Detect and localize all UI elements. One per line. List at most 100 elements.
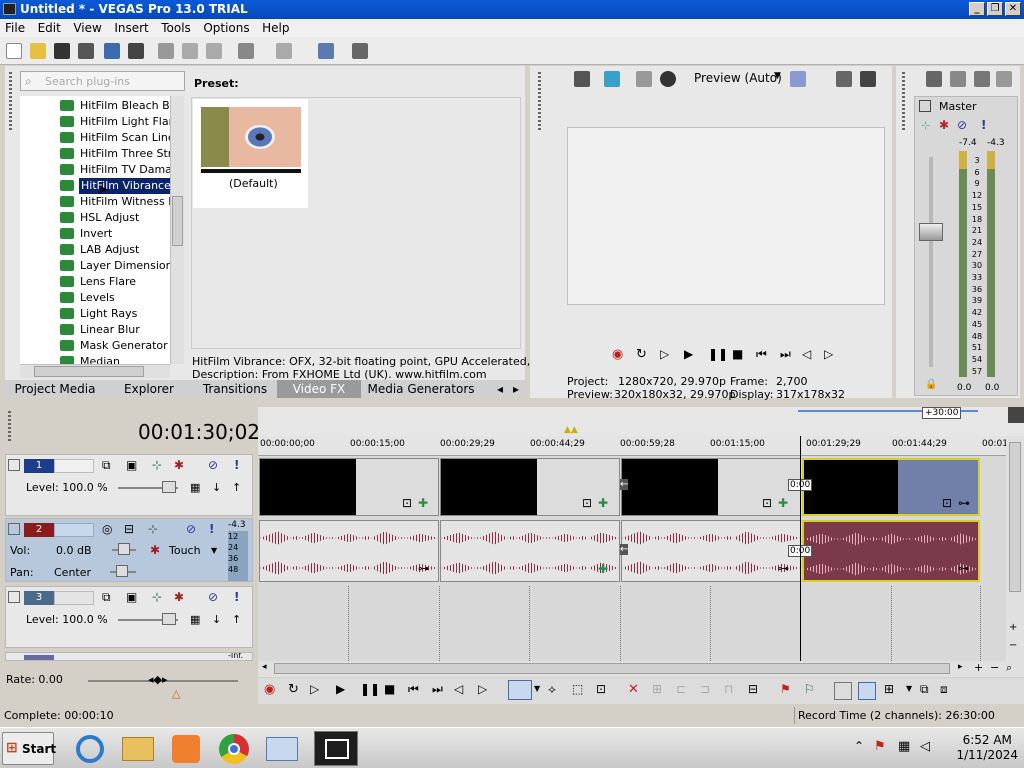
network-icon[interactable]: ▦ — [898, 739, 910, 754]
scroll-right-icon[interactable]: ▸ — [958, 662, 963, 672]
auto-crossfade-icon[interactable] — [858, 682, 876, 700]
menu-file[interactable]: File — [0, 19, 29, 35]
mixer-properties-icon[interactable] — [926, 71, 942, 87]
lock-icon[interactable]: ⊟ — [748, 682, 758, 696]
solo-icon[interactable]: ! — [234, 590, 239, 604]
internet-explorer-icon[interactable] — [70, 731, 110, 766]
track-fx-gear-icon[interactable]: ✱ — [174, 590, 184, 604]
play-from-start-icon[interactable]: ▷ — [310, 682, 319, 696]
redo-icon[interactable] — [276, 43, 292, 59]
show-hidden-icons-icon[interactable]: ⌃ — [854, 739, 864, 753]
search-box[interactable]: ⌕ Search plug-ins — [20, 71, 185, 91]
next-frame-icon[interactable]: ▷ — [478, 682, 487, 696]
zoom-tool-icon[interactable]: ⊡ — [596, 682, 606, 696]
trim-start-icon[interactable]: ⊏ — [676, 682, 686, 696]
envelope-tool-icon[interactable]: ⟡ — [548, 682, 556, 697]
tab-project-media[interactable]: Project Media — [5, 380, 105, 398]
chrome-icon[interactable] — [214, 731, 254, 766]
chevron-down-icon[interactable]: ▼ — [534, 684, 540, 693]
track-header-audio-2[interactable]: 2 ◎ ⊟ ⊹ ⊘ ! -4.3 12 24 36 48 Vol: 0.0 dB… — [5, 518, 253, 582]
tab-transitions[interactable]: Transitions — [193, 380, 277, 398]
snapping-icon[interactable] — [834, 682, 852, 700]
pan-crop-icon[interactable]: ⊡ — [762, 496, 772, 510]
automation-mode[interactable]: Touch — [169, 544, 201, 557]
tab-explorer[interactable]: Explorer — [105, 380, 193, 398]
whats-this-help-icon[interactable] — [352, 43, 368, 59]
level-slider[interactable] — [162, 613, 176, 625]
zoom-out-horizontal-icon[interactable]: − — [990, 661, 999, 674]
plugin-item[interactable]: Lens Flare — [20, 274, 170, 290]
audio-clip[interactable] — [259, 520, 439, 582]
track-name-field[interactable] — [54, 459, 94, 473]
selection-tool-icon[interactable]: ⬚ — [572, 682, 583, 696]
make-compositing-child-icon[interactable]: ▣ — [126, 590, 137, 604]
maximize-button[interactable]: ❐ — [987, 2, 1003, 16]
loop-icon[interactable]: ↻ — [636, 347, 647, 362]
track-effects-icon[interactable]: ▦ — [190, 481, 200, 494]
tab-scroll-right-icon[interactable]: ▸ — [509, 380, 523, 398]
track-minimize-icon[interactable] — [8, 591, 20, 603]
prev-frame-icon[interactable]: ◁ — [454, 682, 463, 696]
zoom-out-icon[interactable]: − — [1009, 640, 1017, 651]
panel-grip[interactable] — [9, 72, 12, 132]
track-header-video-3[interactable]: 3 ⧉ ▣ ⊹ ✱ ⊘ ! Level: 100.0 % ▦ ↓ ↑ — [5, 586, 253, 648]
event-fx-icon[interactable]: ⊶ — [778, 562, 789, 575]
pause-icon[interactable]: ❚❚ — [360, 682, 380, 696]
lock-envelopes-icon[interactable]: ⧉ — [920, 682, 929, 697]
save-as-icon[interactable] — [78, 43, 94, 59]
volume-icon[interactable]: ◁ — [920, 739, 930, 754]
undo-icon[interactable] — [238, 43, 254, 59]
timeline-hscrollbar[interactable]: ◂ ▸ + − ⌕ — [258, 661, 1024, 677]
marker-icon[interactable]: ⚑ — [780, 682, 791, 696]
region-icon[interactable]: ⚐ — [804, 682, 815, 696]
start-button[interactable]: ⊞ Start — [2, 732, 56, 765]
menu-help[interactable]: Help — [257, 19, 293, 35]
event-fx-icon[interactable]: ⊶ — [958, 496, 970, 510]
event-fx-icon[interactable]: ⊶ — [418, 562, 429, 575]
auto-ripple-icon[interactable]: ⊞ — [884, 682, 894, 696]
plugin-item[interactable]: Invert — [20, 226, 170, 242]
preview-mode-dropdown[interactable]: Preview (Auto) — [694, 71, 782, 85]
master-fader[interactable] — [919, 223, 943, 241]
master-icon[interactable] — [919, 100, 931, 112]
panel-grip[interactable] — [902, 72, 905, 132]
media-player-icon[interactable] — [166, 731, 206, 766]
marker-icon[interactable]: ▲▲ — [564, 425, 578, 435]
arrow-up-icon[interactable]: ↑ — [232, 613, 241, 626]
open-icon[interactable] — [30, 43, 46, 59]
pause-icon[interactable]: ❚❚ — [708, 347, 728, 361]
automation-gear-icon[interactable]: ✱ — [150, 543, 160, 557]
split-icon[interactable]: ⊓ — [724, 682, 733, 696]
play-icon[interactable]: ▶ — [684, 347, 693, 361]
vol-slider[interactable] — [118, 543, 130, 555]
tab-video-fx[interactable]: Video FX — [277, 380, 361, 398]
track-fx-gear-icon[interactable]: ✱ — [174, 458, 184, 472]
zoom-in-horizontal-icon[interactable]: + — [974, 661, 983, 674]
plugin-item[interactable]: HitFilm TV Damage — [20, 162, 184, 178]
preview-quality-icon[interactable] — [660, 71, 676, 87]
track-minimize-icon[interactable] — [8, 523, 20, 535]
play-icon[interactable]: ▶ — [336, 682, 345, 696]
save-snapshot-icon[interactable] — [860, 71, 876, 87]
menu-tools[interactable]: Tools — [156, 19, 195, 35]
external-monitor-icon[interactable] — [604, 71, 620, 87]
video-clip[interactable] — [440, 458, 620, 516]
record-icon[interactable]: ◉ — [264, 682, 275, 697]
plugin-item[interactable]: HitFilm Light Flares — [20, 114, 184, 130]
audio-clip-selected[interactable] — [802, 520, 980, 582]
plugin-list-hscrollbar[interactable] — [20, 364, 170, 378]
video-preview-screen[interactable] — [567, 127, 885, 305]
track-minimize-icon[interactable] — [8, 459, 20, 471]
tab-scroll-left-icon[interactable]: ◂ — [493, 380, 507, 398]
plugin-item[interactable]: Levels — [20, 290, 170, 306]
close-button[interactable]: ✕ — [1005, 2, 1021, 16]
time-ruler[interactable]: 00:00:00;00 00:00:15;00 00:00:29;29 00:0… — [258, 436, 1008, 456]
plugin-item[interactable]: Layer Dimensional — [20, 258, 182, 274]
arm-record-icon[interactable]: ◎ — [102, 522, 112, 536]
timeline-vscrollbar[interactable]: + − — [1006, 436, 1024, 661]
paste-icon[interactable] — [206, 43, 222, 59]
fx-chain-icon[interactable]: ⊹ — [921, 119, 930, 132]
preview-properties-icon[interactable] — [574, 71, 590, 87]
invert-phase-icon[interactable]: ⊟ — [124, 522, 134, 536]
plugin-item[interactable]: HitFilm Scan Lines — [20, 130, 180, 146]
